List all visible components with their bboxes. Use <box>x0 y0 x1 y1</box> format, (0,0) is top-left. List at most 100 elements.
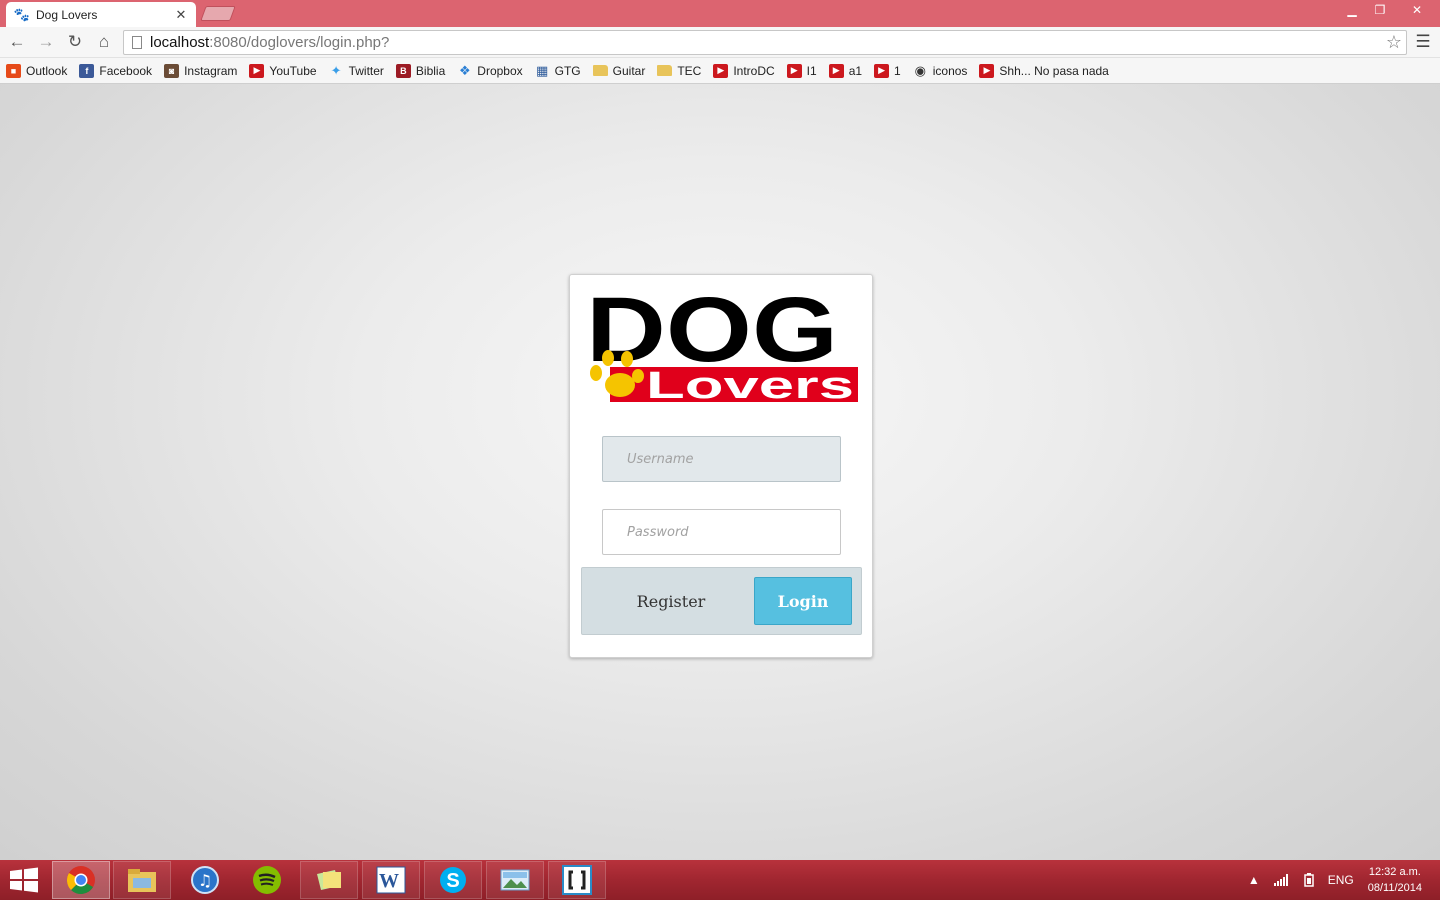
bookmark-facebook[interactable]: f Facebook <box>79 63 152 78</box>
tab-title: Dog Lovers <box>36 7 98 22</box>
register-button[interactable]: Register <box>606 582 736 620</box>
eye-icon: ◉ <box>914 62 926 78</box>
picture-icon <box>500 869 530 891</box>
bookmark-twitter[interactable]: ✦ Twitter <box>329 62 384 78</box>
file-explorer-taskbar-button[interactable] <box>113 861 171 899</box>
bookmark-iconos[interactable]: ◉ iconos <box>913 62 968 78</box>
home-icon[interactable]: ⌂ <box>93 31 115 53</box>
bookmark-label: Guitar <box>612 63 646 78</box>
svg-text:♫: ♫ <box>198 871 212 890</box>
brackets-taskbar-button[interactable] <box>548 861 606 899</box>
login-card: DOG Lovers Register Login <box>569 274 873 658</box>
bookmark-label: Outlook <box>26 63 68 78</box>
new-tab-button[interactable] <box>200 6 236 21</box>
bookmark-i1[interactable]: ▶ I1 <box>786 63 817 78</box>
menu-icon[interactable]: ☰ <box>1412 31 1434 53</box>
instagram-icon: ◙ <box>164 63 180 78</box>
spotify-taskbar-button[interactable] <box>238 861 296 899</box>
clock-date: 08/11/2014 <box>1367 882 1422 894</box>
minimize-icon[interactable]: ▁ <box>1338 0 1366 20</box>
window-close-icon[interactable]: ✕ <box>1394 0 1440 20</box>
bookmark-introdc[interactable]: ▶ IntroDC <box>713 63 775 78</box>
browser-toolbar: ← → ↻ ⌂ localhost:8080/doglovers/login.p… <box>0 27 1440 58</box>
bookmark-outlook[interactable]: ■ Outlook <box>6 63 68 78</box>
paw-icon: 🐾 <box>13 6 31 22</box>
address-bar[interactable]: localhost:8080/doglovers/login.php? ☆ <box>123 30 1407 55</box>
bookmark-dropbox[interactable]: ❖ Dropbox <box>457 62 523 78</box>
bookmark-shh-no-pasa-nada[interactable]: ▶ Shh... No pasa nada <box>979 63 1109 78</box>
bookmark-label: Instagram <box>184 63 238 78</box>
reload-icon[interactable]: ↻ <box>64 31 86 53</box>
youtube-icon: ▶ <box>979 63 995 78</box>
bookmark-label: TEC <box>677 63 702 78</box>
language-indicator[interactable]: ENG <box>1328 873 1354 887</box>
chrome-icon <box>67 866 95 895</box>
youtube-icon: ▶ <box>713 63 729 78</box>
bookmark-biblia[interactable]: B Biblia <box>395 63 446 78</box>
bookmark-label: GTG <box>554 63 581 78</box>
folder-icon <box>128 869 156 892</box>
bookmark-a1[interactable]: ▶ a1 <box>828 63 863 78</box>
battery-icon[interactable] <box>1303 873 1314 887</box>
show-hidden-icons-icon[interactable]: ▲ <box>1248 873 1260 887</box>
youtube-icon: ▶ <box>249 63 265 78</box>
brackets-icon <box>562 865 592 895</box>
svg-text:S: S <box>446 870 459 892</box>
forward-icon[interactable]: → <box>35 31 57 53</box>
bookmark-label: Twitter <box>348 63 384 78</box>
restore-icon[interactable]: ❐ <box>1366 0 1394 20</box>
word-taskbar-button[interactable]: W <box>362 861 420 899</box>
signal-icon[interactable] <box>1273 874 1290 886</box>
username-input[interactable] <box>602 436 841 482</box>
itunes-taskbar-button[interactable]: ♫ <box>176 861 234 899</box>
youtube-icon: ▶ <box>786 63 802 78</box>
bookmark-star-icon[interactable]: ☆ <box>1386 32 1402 53</box>
bookmark-label: Dropbox <box>477 63 523 78</box>
bookmark-label: Biblia <box>415 63 446 78</box>
twitter-icon: ✦ <box>330 62 342 78</box>
outlook-icon: ■ <box>6 63 21 78</box>
bookmark-label: YouTube <box>269 63 317 78</box>
photos-taskbar-button[interactable] <box>486 861 544 899</box>
bookmark-youtube[interactable]: ▶ YouTube <box>249 63 317 78</box>
browser-titlebar: 🐾 Dog Lovers ✕ ▁ ❐ ✕ <box>0 0 1440 27</box>
biblia-icon: B <box>395 63 411 78</box>
bookmark-instagram[interactable]: ◙ Instagram <box>164 63 238 78</box>
windows-taskbar: ♫ W S ▲ ENG 12:32 a.m. 08/11/2014 <box>0 860 1440 900</box>
bookmark-tec[interactable]: TEC <box>657 64 701 78</box>
svg-text:W: W <box>379 870 399 892</box>
tab-close-icon[interactable]: ✕ <box>174 7 188 23</box>
skype-taskbar-button[interactable]: S <box>424 861 482 899</box>
login-button[interactable]: Login <box>754 577 852 625</box>
chrome-taskbar-button[interactable] <box>52 861 110 899</box>
bookmark-label: IntroDC <box>733 63 775 78</box>
login-actions: Register Login <box>581 567 862 635</box>
bookmark-label: I1 <box>806 63 817 78</box>
bookmark-1[interactable]: ▶ 1 <box>874 63 901 78</box>
bookmark-label: Shh... No pasa nada <box>999 63 1109 78</box>
facebook-icon: f <box>79 63 95 78</box>
dog-lovers-logo: DOG Lovers <box>586 289 858 403</box>
windows-start-icon[interactable] <box>8 867 40 893</box>
itunes-icon: ♫ <box>191 866 219 894</box>
clock-time: 12:32 a.m. <box>1368 866 1421 878</box>
bookmark-gtg[interactable]: ▦ GTG <box>535 62 581 78</box>
dropbox-icon: ❖ <box>458 62 471 78</box>
skype-icon: S <box>440 867 466 893</box>
password-input[interactable] <box>602 509 841 555</box>
sticky-notes-icon <box>317 870 341 890</box>
clock[interactable]: 12:32 a.m. 08/11/2014 <box>1368 864 1422 896</box>
sticky-notes-taskbar-button[interactable] <box>300 861 358 899</box>
browser-tab[interactable]: 🐾 Dog Lovers ✕ <box>6 2 196 27</box>
folder-icon <box>592 65 608 76</box>
url-text: localhost:8080/doglovers/login.php? <box>150 34 390 51</box>
back-icon[interactable]: ← <box>6 31 28 53</box>
bookmark-guitar[interactable]: Guitar <box>592 63 646 78</box>
window-controls: ▁ ❐ ✕ <box>1338 0 1440 20</box>
grid-icon: ▦ <box>535 62 549 78</box>
word-icon: W <box>376 866 406 894</box>
youtube-icon: ▶ <box>828 63 844 78</box>
bookmarks-bar: ■ Outlook f Facebook ◙ Instagram ▶ YouTube ✦ Twit… <box>0 58 1440 84</box>
bookmark-label: iconos <box>932 63 968 78</box>
bookmark-label: a1 <box>848 63 863 78</box>
